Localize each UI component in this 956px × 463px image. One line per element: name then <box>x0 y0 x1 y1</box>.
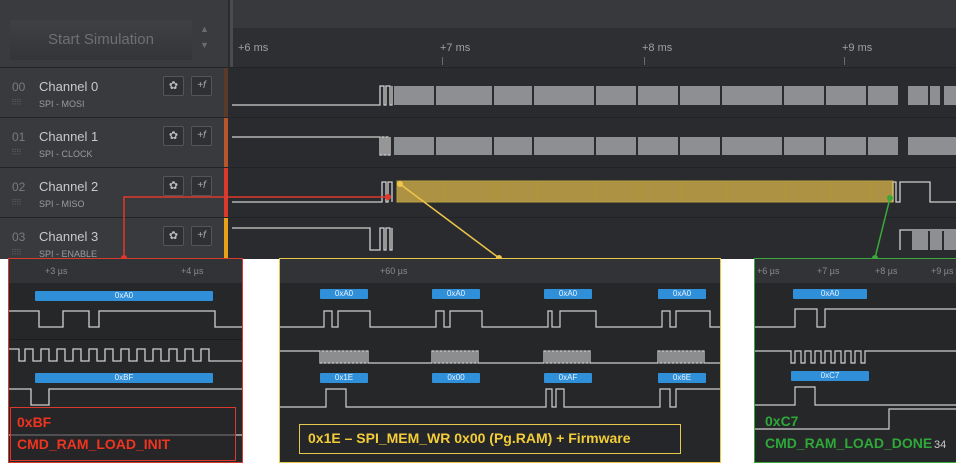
main-waveforms <box>121 85 956 258</box>
green-marker <box>887 195 893 201</box>
annotation-done: 0xC7 CMD_RAM_LOAD_DONE <box>760 407 956 459</box>
miso-tail <box>892 181 956 203</box>
slide-number: 34 <box>934 439 947 451</box>
annotation-command: CMD_RAM_LOAD_DONE <box>765 435 933 451</box>
mosi-edge <box>232 85 393 106</box>
annotation-init: 0xBF CMD_RAM_LOAD_INIT <box>10 407 236 461</box>
annotation-command: CMD_RAM_LOAD_INIT <box>17 436 171 452</box>
enable-edge <box>232 227 393 251</box>
highlight-region <box>396 180 894 203</box>
miso-edge <box>232 181 393 203</box>
annotation-text: 0x1E – SPI_MEM_WR 0x00 (Pg.RAM) + Firmwa… <box>308 430 631 446</box>
clock-edge <box>232 136 391 156</box>
annotation-hex: 0xC7 <box>765 413 799 429</box>
red-marker <box>385 194 391 200</box>
burst-blocks <box>394 86 956 250</box>
yellow-marker <box>397 181 403 187</box>
annotation-mem-write: 0x1E – SPI_MEM_WR 0x00 (Pg.RAM) + Firmwa… <box>299 424 681 454</box>
annotation-hex: 0xBF <box>17 414 52 430</box>
green-connector <box>874 197 891 258</box>
